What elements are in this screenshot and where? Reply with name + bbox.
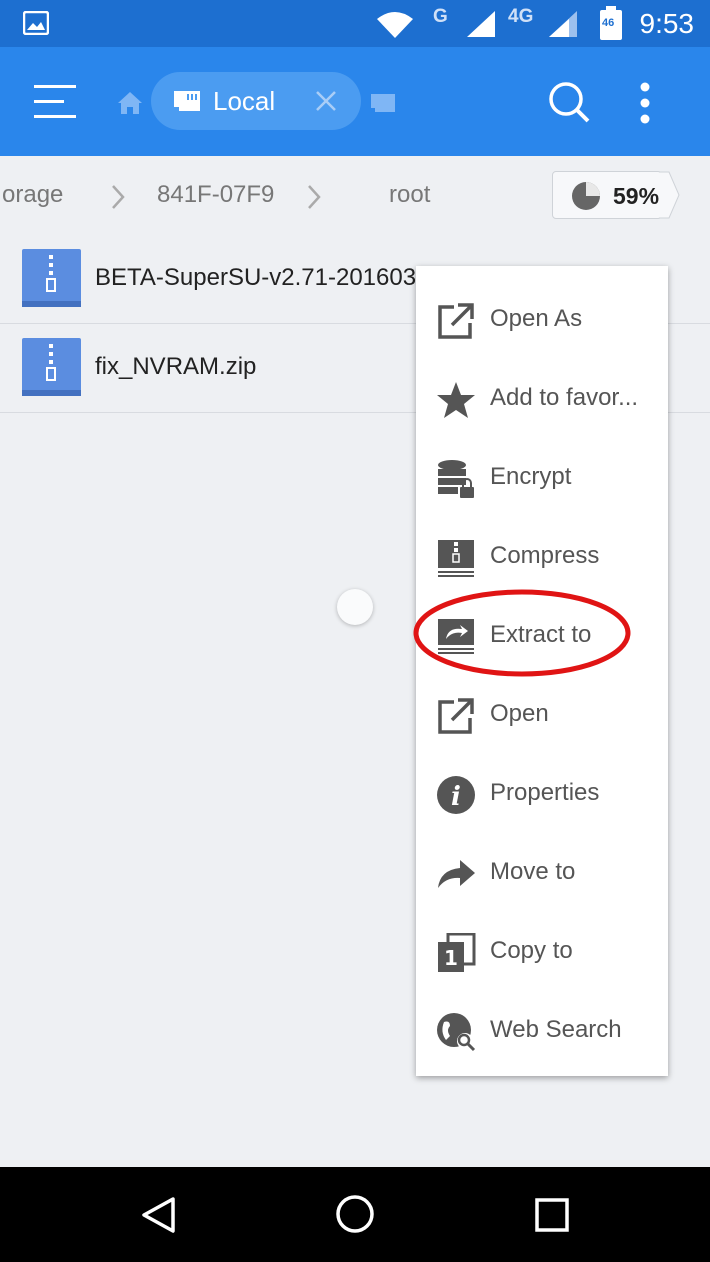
app-bar: Local [0, 47, 710, 156]
gallery-notification-icon [23, 11, 49, 35]
menu-item-label: Compress [490, 542, 600, 569]
zip-file-icon [22, 249, 81, 307]
home-icon[interactable] [117, 91, 143, 115]
network-4g-label: 4G [508, 6, 534, 27]
menu-item-encrypt[interactable]: Encrypt [416, 439, 668, 518]
menu-item-web-search[interactable]: Web Search [416, 992, 668, 1071]
svg-text:i: i [451, 782, 461, 812]
menu-item-open-as[interactable]: Open As [416, 281, 668, 360]
menu-item-copy-to[interactable]: 1 Copy to [416, 913, 668, 992]
clock: 9:53 [639, 8, 695, 39]
open-external-icon [438, 698, 474, 734]
storage-usage-button[interactable]: 59% [552, 171, 662, 219]
zip-file-icon [22, 338, 81, 396]
menu-item-move-to[interactable]: Move to [416, 834, 668, 913]
file-name: fix_NVRAM.zip [95, 353, 257, 380]
menu-item-label: Copy to [490, 937, 573, 964]
close-icon[interactable] [315, 90, 337, 112]
sd-card-icon [174, 91, 200, 111]
chevron-right-icon [112, 185, 125, 209]
copy-icon: 1 [438, 933, 476, 972]
signal-icon-2 [549, 11, 577, 37]
chevron-right-icon [308, 185, 321, 209]
menu-item-label: Add to favor... [490, 384, 639, 411]
info-icon: i [437, 776, 475, 814]
recents-icon[interactable] [535, 1198, 569, 1232]
menu-item-open[interactable]: Open [416, 676, 668, 755]
breadcrumb-sdcard[interactable]: 841F-07F9 [157, 181, 274, 209]
more-options-icon[interactable] [639, 82, 651, 124]
menu-item-label: Encrypt [490, 463, 572, 490]
battery-level-label: 46 [602, 17, 615, 29]
menu-item-add-to-favorites[interactable]: Add to favor... [416, 360, 668, 439]
breadcrumb-storage[interactable]: orage [2, 181, 63, 209]
signal-icon-1 [467, 11, 495, 37]
storage-tab-arrow [659, 171, 680, 219]
menu-item-properties[interactable]: i Properties [416, 755, 668, 834]
storage-tab-icon[interactable] [370, 93, 396, 113]
menu-icon[interactable] [34, 85, 76, 119]
back-icon[interactable] [140, 1196, 176, 1234]
menu-item-label: Move to [490, 858, 576, 885]
file-name: BETA-SuperSU-v2.71-201603 [95, 264, 417, 291]
highlight-ellipse [413, 589, 631, 677]
star-icon [437, 382, 475, 418]
storage-percent: 59% [613, 183, 660, 209]
search-icon[interactable] [548, 81, 590, 123]
move-arrow-icon [438, 860, 475, 888]
menu-item-label: Properties [490, 779, 600, 806]
loading-indicator [337, 589, 373, 625]
svg-text:1: 1 [444, 946, 458, 970]
compress-icon [438, 540, 474, 577]
menu-item-label: Open As [490, 305, 583, 332]
web-search-icon [437, 1013, 476, 1052]
status-bar: G 4G 46 9:53 [0, 0, 710, 47]
menu-item-label: Web Search [490, 1016, 622, 1043]
pie-chart-icon [572, 182, 600, 210]
menu-item-label: Open [490, 700, 549, 727]
network-g-label: G [433, 6, 448, 27]
open-external-icon [438, 303, 474, 339]
local-tab[interactable]: Local [151, 72, 361, 130]
navigation-bar [0, 1167, 710, 1262]
encrypt-icon [438, 460, 474, 498]
home-nav-icon[interactable] [335, 1194, 375, 1234]
breadcrumb-root[interactable]: root [389, 181, 430, 209]
wifi-icon [377, 12, 413, 38]
tab-label: Local [213, 86, 276, 116]
